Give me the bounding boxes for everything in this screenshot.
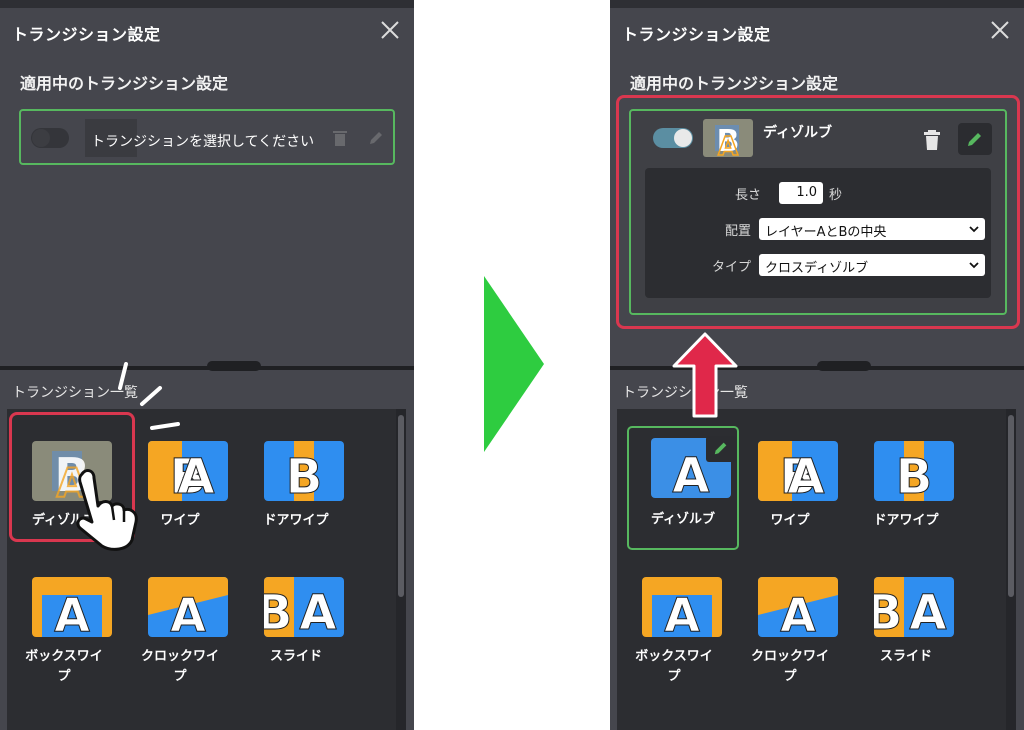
pointing-hand-icon [76, 469, 138, 551]
svg-text:A: A [54, 588, 90, 637]
empty-message: トランジションを選択してください [91, 134, 315, 150]
applied-section-title: 適用中のトランジション設定 [630, 74, 839, 93]
door-wipe-thumb-icon: B [874, 441, 954, 501]
scrollbar-thumb[interactable] [398, 415, 404, 597]
next-step-arrow-icon [484, 276, 544, 452]
list-scrollbar[interactable] [1006, 409, 1016, 730]
type-select-value: クロスディゾルブ [765, 261, 869, 276]
door-wipe-thumb-icon: B [264, 441, 344, 501]
transition-item-label: ドアワイプ [263, 513, 329, 528]
transition-item-clock-wipe[interactable]: A クロックワイプ [734, 545, 846, 684]
transition-item-slide[interactable]: BA スライド [850, 545, 962, 669]
close-icon[interactable] [380, 20, 400, 40]
transition-item-slide[interactable]: BA スライド [240, 545, 352, 669]
transition-item-door-wipe[interactable]: B ドアワイプ [850, 409, 962, 533]
transition-item-label: ボックスワイプ [25, 649, 103, 684]
placement-select-value: レイヤーAとBの中央 [765, 225, 887, 240]
type-label: タイプ [711, 260, 751, 275]
slide-thumb-icon: BA [874, 577, 954, 637]
svg-text:B: B [896, 449, 933, 501]
type-select[interactable]: クロスディゾルブ [759, 254, 985, 276]
placement-label: 配置 [724, 224, 751, 239]
wipe-thumb-icon: BA [148, 441, 228, 501]
svg-text:A: A [299, 585, 336, 637]
item-edit-button[interactable] [706, 436, 736, 462]
svg-text:A: A [780, 588, 816, 637]
transition-enable-toggle[interactable] [653, 128, 693, 148]
top-strip [0, 0, 414, 8]
svg-text:A: A [170, 588, 206, 637]
transition-item-label: ワイプ [770, 513, 810, 528]
click-emphasis-lines-icon [118, 362, 180, 430]
panel-title: トランジション設定 [12, 25, 161, 44]
top-strip [610, 0, 1024, 8]
svg-text:B: B [874, 585, 902, 637]
trash-icon[interactable] [923, 130, 941, 150]
transition-item-label: クロックワイプ [750, 649, 829, 684]
slide-thumb-icon: BA [264, 577, 344, 637]
wipe-thumb-icon: BA [758, 441, 838, 501]
clock-wipe-thumb-icon: A [148, 577, 228, 637]
panel-divider [0, 366, 414, 370]
dissolve-thumb-icon: BA [703, 119, 753, 157]
panel-title: トランジション設定 [622, 25, 771, 44]
transition-item-wipe[interactable]: BA ワイプ [734, 409, 846, 533]
transition-item-label: スライド [879, 649, 932, 664]
pencil-icon [714, 442, 727, 455]
transition-item-label: クロックワイプ [140, 649, 219, 684]
transition-parameters: 長さ 1.0 秒 配置 レイヤーAとBの中央 タイプ クロスディゾルブ [645, 168, 991, 298]
transition-item-label: ボックスワイプ [635, 649, 713, 684]
chevron-down-icon [969, 226, 979, 233]
svg-text:A: A [177, 449, 214, 501]
svg-text:A: A [718, 132, 738, 157]
svg-text:A: A [909, 585, 946, 637]
svg-text:A: A [787, 449, 824, 501]
transition-item-box-wipe[interactable]: A ボックスワイプ [618, 545, 730, 684]
close-icon[interactable] [990, 20, 1010, 40]
up-arrow-icon [672, 332, 738, 418]
box-wipe-thumb-icon: A [32, 577, 112, 637]
pencil-icon [370, 132, 382, 144]
trash-icon [333, 131, 347, 146]
transition-settings-panel-before: トランジション設定 適用中のトランジション設定 トランジションを選択してください… [0, 0, 414, 730]
svg-text:B: B [264, 585, 292, 637]
transition-item-clock-wipe[interactable]: A クロックワイプ [124, 545, 236, 684]
transition-item-box-wipe[interactable]: A ボックスワイプ [8, 545, 120, 684]
placement-select[interactable]: レイヤーAとBの中央 [759, 218, 985, 240]
applied-transition-card: BA ディゾルブ 長さ 1.0 秒 配置 レイヤーAとBの中央 タイプ クロスデ… [629, 109, 1007, 315]
transition-toggle-disabled [31, 128, 69, 148]
transition-item-label: ドアワイプ [873, 513, 939, 528]
length-label: 長さ [734, 188, 761, 203]
scrollbar-thumb[interactable] [1008, 415, 1014, 597]
box-wipe-thumb-icon: A [642, 577, 722, 637]
active-transition-name: ディゾルブ [763, 125, 833, 141]
edit-transition-button[interactable] [958, 123, 992, 155]
chevron-down-icon [969, 262, 979, 269]
svg-text:B: B [286, 449, 323, 501]
applied-transition-slot-empty: トランジションを選択してください [19, 109, 395, 165]
pencil-icon [968, 133, 981, 146]
length-input[interactable]: 1.0 [779, 182, 823, 204]
transition-item-door-wipe[interactable]: B ドアワイプ [240, 409, 352, 533]
list-scrollbar[interactable] [396, 409, 406, 730]
svg-text:A: A [664, 588, 700, 637]
length-unit: 秒 [829, 188, 843, 203]
transition-item-label: スライド [269, 649, 322, 664]
clock-wipe-thumb-icon: A [758, 577, 838, 637]
applied-section-title: 適用中のトランジション設定 [20, 74, 229, 93]
